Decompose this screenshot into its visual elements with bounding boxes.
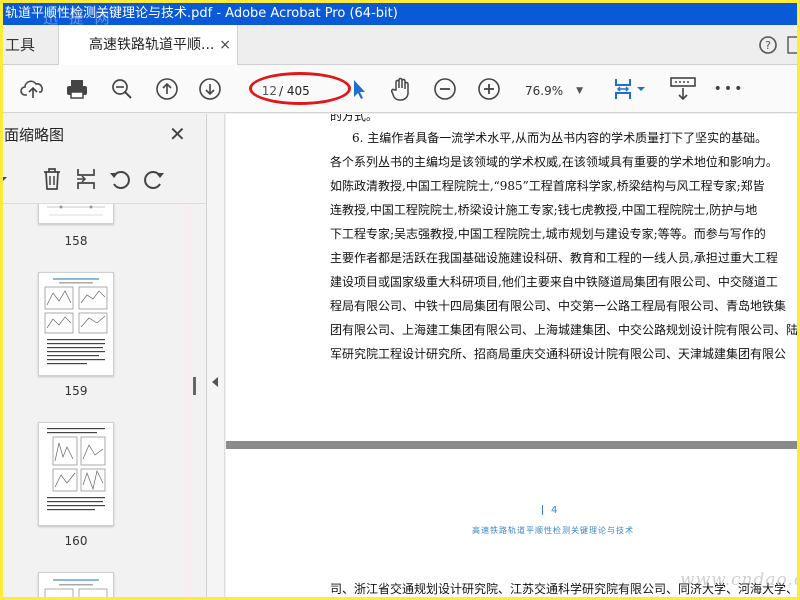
thumbnail-tools — [3, 154, 207, 204]
panel-collapse-strip[interactable] — [207, 114, 225, 597]
text-line: 团有限公司、上海建工集团有限公司、上海城建集团、中交公路规划设计院有限公司、陆 — [330, 323, 797, 337]
options-chevron-icon[interactable] — [3, 166, 11, 192]
zoom-select[interactable]: 76.9% ▼ — [515, 80, 589, 102]
text-line: 军研究院工程设计研究所、招商局重庆交通科研设计院有限公司、天津城建集团有限公 — [330, 347, 787, 361]
help-icon[interactable]: ? — [758, 35, 778, 59]
text-line: 程局有限公司、中铁十四局集团有限公司、中交第一公路工程局有限公司、青岛地铁集 — [330, 299, 787, 313]
zoom-value: 76.9% — [525, 84, 564, 98]
thumbnail-label: 159 — [64, 384, 88, 398]
page-thumbnail[interactable] — [38, 272, 114, 376]
panel-resize-handle[interactable] — [193, 377, 196, 395]
thumbnail-label: 160 — [64, 534, 88, 548]
fit-page-icon[interactable] — [609, 75, 649, 103]
tab-strip: 工具 高速铁路轨道平顺... × ? — [3, 25, 797, 66]
scroll-right-icon[interactable] — [786, 33, 797, 61]
insert-page-icon[interactable] — [73, 166, 99, 192]
main-toolbar: 12 / 405 76.9% ▼ ••• — [3, 65, 797, 113]
red-highlight-oval — [249, 72, 351, 105]
tab-document-label: 高速铁路轨道平顺... — [89, 37, 215, 53]
thumbnail-scrollbar[interactable] — [184, 204, 192, 597]
tab-document[interactable]: 高速铁路轨道平顺... × — [58, 25, 238, 66]
print-icon[interactable] — [63, 75, 91, 103]
window-title-bar: 轨道平顺性检测关键理论与技术.pdf - Adobe Acrobat Pro (… — [3, 3, 797, 25]
page-separator — [226, 441, 797, 449]
rotate-left-icon[interactable] — [107, 166, 133, 192]
thumbnails-panel: 页面缩略图 ✕ 158 — [3, 114, 207, 597]
scroll-mode-icon[interactable] — [667, 75, 699, 103]
watermark-bottom: www.cndao.com — [680, 570, 797, 590]
select-arrow-icon[interactable] — [345, 75, 373, 103]
text-line: 主要作者都是活跃在我国基础设施建设科研、教育和工程的一线人员,承担过重大工程 — [330, 251, 778, 265]
zoom-out-search-icon[interactable] — [108, 75, 136, 103]
page-number-bar — [542, 505, 543, 515]
chevron-down-icon: ▼ — [576, 86, 583, 96]
zoom-minus-icon[interactable] — [431, 75, 459, 103]
page-number: 4 — [542, 505, 557, 516]
page-thumbnail[interactable] — [38, 422, 114, 526]
page-up-icon[interactable] — [153, 75, 181, 103]
text-line: 6. 主编作者具备一流学术水平,从而为丛书内容的学术质量打下了坚实的基础。 — [352, 131, 768, 145]
watermark-top: 迅 捷 网 — [43, 9, 113, 25]
document-view[interactable]: 的方式。 6. 主编作者具备一流学术水平,从而为丛书内容的学术质量打下了坚实的基… — [226, 114, 797, 597]
thumbnail-list[interactable]: 158 159 160 — [3, 204, 195, 597]
page-thumbnail[interactable] — [38, 204, 114, 224]
text-line: 各个系列丛书的主编均是该领域的学术权威,在该领域具有重要的学术地位和影响力。 — [330, 155, 778, 169]
rotate-right-icon[interactable] — [141, 166, 167, 192]
trash-icon[interactable] — [39, 166, 65, 192]
svg-text:?: ? — [765, 39, 771, 52]
text-line: 建设项目或国家级重大科研项目,他们主要来自中铁隧道局集团有限公司、中交隧道工 — [330, 275, 778, 289]
text-line: 的方式。 — [330, 114, 379, 123]
text-line: 下工程专家;吴志强教授,中国工程院院士,城市规划与建设专家;等等。而参与写作的 — [330, 227, 766, 241]
thumbnail-label: 158 — [64, 234, 88, 248]
text-line: 连教授,中国工程院院士,桥梁设计施工专家;钱七虎教授,中国工程院院士,防护与地 — [330, 203, 758, 217]
zoom-plus-icon[interactable] — [475, 75, 503, 103]
page-down-icon[interactable] — [196, 75, 224, 103]
panel-title: 页面缩略图 — [3, 126, 65, 144]
collapse-left-icon[interactable] — [212, 377, 218, 387]
page-number-value: 4 — [551, 505, 558, 516]
app-window: 轨道平顺性检测关键理论与技术.pdf - Adobe Acrobat Pro (… — [3, 3, 797, 597]
text-line: 如陈政清教授,中国工程院院士,“985”工程首席科学家,桥梁结构与风工程专家;郑… — [330, 179, 765, 193]
page-thumbnail[interactable] — [38, 572, 114, 597]
tab-tools[interactable]: 工具 — [3, 25, 58, 65]
tab-close-icon[interactable]: × — [219, 25, 231, 65]
running-title: 高速铁路轨道平顺性检测关键理论与技术 — [472, 526, 634, 535]
hand-icon[interactable] — [387, 75, 415, 103]
more-icon[interactable]: ••• — [712, 75, 746, 103]
panel-close-icon[interactable]: ✕ — [169, 122, 186, 146]
upload-icon[interactable] — [19, 75, 47, 103]
